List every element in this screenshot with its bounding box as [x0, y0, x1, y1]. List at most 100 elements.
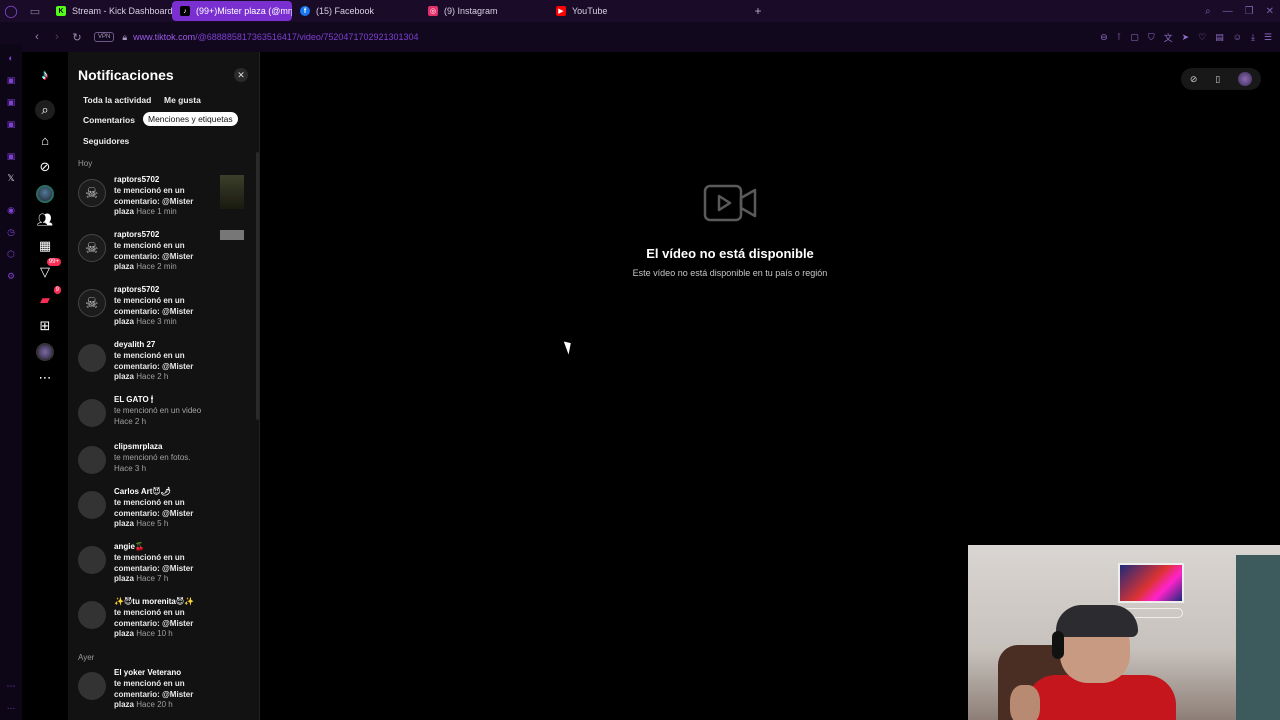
- filter-comments[interactable]: Comentarios: [78, 113, 140, 127]
- user-avatar[interactable]: [78, 179, 106, 207]
- notification-user[interactable]: raptors5702: [114, 230, 159, 239]
- notification-user[interactable]: raptors5702: [114, 285, 159, 294]
- friends-icon[interactable]: 👥︎: [35, 210, 55, 230]
- snapshot-icon[interactable]: ▢: [1130, 32, 1139, 43]
- send-icon[interactable]: ➤: [1182, 32, 1190, 43]
- notification-time: Hace 2 h: [136, 372, 169, 381]
- notification-item[interactable]: angie🍒 te mencionó en un comentario: @Mi…: [78, 542, 248, 590]
- notification-item[interactable]: EL GATO 🕯 te mencionó en un video Hace 2…: [78, 395, 248, 443]
- user-avatar[interactable]: [78, 344, 106, 372]
- more-icon[interactable]: ⋯: [35, 368, 55, 388]
- notification-item[interactable]: El yoker Veterano te mencionó en un come…: [78, 668, 248, 716]
- video-thumbnail[interactable]: [220, 175, 244, 209]
- user-avatar[interactable]: [78, 234, 106, 262]
- reload-icon[interactable]: ↻: [68, 31, 86, 44]
- notification-user[interactable]: clipsmrplaza: [114, 442, 162, 451]
- heart-icon[interactable]: ♡: [1198, 32, 1206, 43]
- notification-user[interactable]: deyalith 27: [114, 340, 155, 349]
- extensions-icon[interactable]: ⬡: [5, 248, 17, 260]
- notification-time: Hace 5 h: [136, 519, 169, 528]
- scrollbar[interactable]: [256, 152, 259, 420]
- notification-item[interactable]: raptors5702 te mencionó en un comentario…: [78, 285, 248, 333]
- tab-instagram[interactable]: ◎ (9) Instagram: [420, 1, 548, 21]
- notification-user[interactable]: raptors5702: [114, 175, 159, 184]
- tab-switcher-icon[interactable]: ▭: [22, 0, 48, 22]
- forward-icon[interactable]: ›: [48, 31, 66, 43]
- notification-user[interactable]: Carlos Art😈🌶: [114, 487, 171, 496]
- profile-icon[interactable]: ☺: [1233, 32, 1242, 42]
- shield-icon[interactable]: ⛉: [1148, 32, 1155, 43]
- explore-icon[interactable]: ⊘: [35, 157, 55, 177]
- filter-likes[interactable]: Me gusta: [159, 93, 206, 107]
- coins-icon[interactable]: ⊘: [1190, 74, 1198, 85]
- upload-icon[interactable]: ⊞: [35, 316, 55, 336]
- vpn-badge[interactable]: VPN: [94, 32, 115, 42]
- sidebar-more-icon[interactable]: …: [5, 700, 17, 712]
- twitch-icon[interactable]: ▣: [5, 150, 17, 162]
- url-field[interactable]: www.tiktok.com/@68888581736351641​7/vide…: [133, 32, 418, 42]
- account-avatar[interactable]: [1238, 72, 1253, 86]
- tab-tiktok[interactable]: ♪ (99+)Mister plaza (@mrp: [172, 1, 292, 21]
- search-icon[interactable]: ⌕: [35, 100, 55, 120]
- messenger-icon[interactable]: ▣: [5, 96, 17, 108]
- profile-avatar[interactable]: [35, 342, 55, 362]
- user-avatar[interactable]: [78, 491, 106, 519]
- user-avatar[interactable]: [78, 672, 106, 700]
- menu-icon[interactable]: ☰: [1264, 32, 1272, 43]
- tab-kick[interactable]: K Stream - Kick Dashboard: [48, 1, 172, 21]
- notification-user[interactable]: EL GATO 🕯: [114, 395, 153, 405]
- pin-icon[interactable]: ⊺: [1117, 32, 1122, 43]
- tab-youtube[interactable]: ▶ YouTube: [548, 1, 638, 21]
- opera-logo-icon[interactable]: ◯: [0, 0, 22, 22]
- user-avatar[interactable]: [78, 399, 106, 427]
- notification-item[interactable]: ✨😈tu morenita😈✨ te mencionó en un coment…: [78, 597, 248, 645]
- notification-item[interactable]: clipsmrplaza te mencionó en fotos. Hace …: [78, 442, 248, 490]
- translate-icon[interactable]: 文: [1164, 31, 1173, 44]
- tab-facebook[interactable]: f (15) Facebook: [292, 1, 420, 21]
- user-avatar[interactable]: [78, 289, 106, 317]
- close-panel-icon[interactable]: ✕: [234, 68, 248, 82]
- notification-text: te mencionó en un comentario: @Mister pl…: [114, 296, 194, 326]
- chat-icon[interactable]: ▣: [5, 74, 17, 86]
- notification-item[interactable]: Carlos Art😈🌶 te mencionó en un comentari…: [78, 487, 248, 535]
- notification-item[interactable]: deyalith 27 te mencionó en un comentario…: [78, 340, 248, 388]
- wallet-icon[interactable]: ▤: [1215, 32, 1224, 43]
- back-icon[interactable]: ‹: [28, 31, 46, 43]
- following-avatar[interactable]: [35, 184, 55, 204]
- notification-user[interactable]: ✨😈tu morenita😈✨: [114, 597, 194, 606]
- notification-time: Hace 3 min: [136, 317, 177, 326]
- history-icon[interactable]: ◷: [5, 226, 17, 238]
- sidebar-setup-icon[interactable]: ⋯: [5, 680, 17, 692]
- lock-icon[interactable]: 🔒︎: [122, 32, 127, 43]
- player-icon[interactable]: ◉: [5, 204, 17, 216]
- messages-icon[interactable]: ▰ 9: [35, 286, 61, 310]
- activity-icon[interactable]: ▽ 99+: [35, 258, 61, 282]
- notification-user[interactable]: angie🍒: [114, 542, 145, 551]
- filter-all-activity[interactable]: Toda la actividad: [78, 93, 156, 107]
- search-tabs-icon[interactable]: ⌕: [1205, 6, 1211, 17]
- aria-icon[interactable]: ◐: [5, 52, 17, 64]
- download-icon[interactable]: ⤓: [1251, 32, 1255, 43]
- minimize-icon[interactable]: —: [1223, 6, 1233, 17]
- x-icon[interactable]: 𝕏: [5, 172, 17, 184]
- filter-followers[interactable]: Seguidores: [78, 134, 134, 148]
- notification-text: te mencionó en fotos. Hace 3 h: [114, 453, 191, 473]
- zoom-icon[interactable]: ⊖: [1100, 32, 1108, 43]
- tab-label: YouTube: [572, 6, 608, 16]
- mail-icon[interactable]: ▣: [5, 118, 17, 130]
- home-icon[interactable]: ⌂: [35, 130, 55, 150]
- user-avatar[interactable]: [78, 601, 106, 629]
- settings-icon[interactable]: ⚙: [5, 270, 17, 282]
- close-window-icon[interactable]: ✕: [1266, 6, 1274, 17]
- live-icon[interactable]: ▦: [35, 236, 55, 256]
- maximize-icon[interactable]: ❐: [1245, 6, 1254, 17]
- tiktok-logo-icon[interactable]: ♪: [35, 64, 55, 84]
- notification-time: Hace 2 min: [136, 262, 177, 271]
- video-thumbnail[interactable]: [220, 230, 244, 240]
- new-tab-button[interactable]: +: [748, 4, 768, 18]
- filter-mentions[interactable]: Menciones y etiquetas: [143, 112, 238, 126]
- user-avatar[interactable]: [78, 546, 106, 574]
- notification-user[interactable]: El yoker Veterano: [114, 668, 181, 677]
- device-icon[interactable]: ▯: [1215, 74, 1220, 85]
- user-avatar[interactable]: [78, 446, 106, 474]
